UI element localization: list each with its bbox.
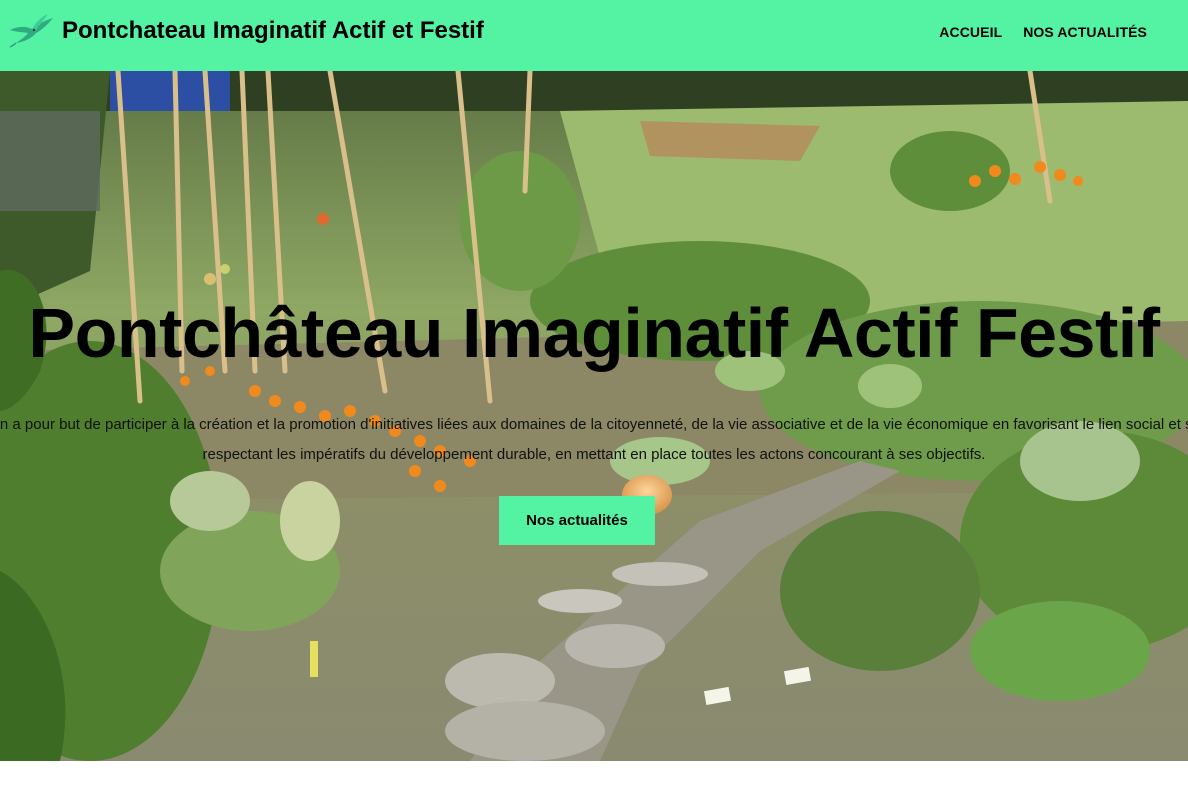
hero-section: Pontchâteau Imaginatif Actif Festif L'as…	[0, 71, 1188, 761]
hero-description: L'association a pour but de participer à…	[0, 410, 1188, 470]
nav-item-nos-actualites[interactable]: NOS ACTUALITÉS	[1023, 24, 1147, 40]
hero-description-line-1: L'association a pour but de participer à…	[0, 416, 1188, 433]
hero-title: Pontchâteau Imaginatif Actif Festif	[28, 294, 1160, 372]
hummingbird-logo-icon[interactable]	[8, 12, 54, 48]
nos-actualites-button[interactable]: Nos actualités	[499, 496, 655, 545]
page-below-hero	[0, 761, 1188, 799]
site-header: Pontchateau Imaginatif Actif et Festif A…	[0, 0, 1188, 71]
hero-description-line-2: respectant les impératifs du développeme…	[202, 446, 986, 463]
nav-item-accueil[interactable]: ACCUEIL	[939, 24, 1002, 40]
main-nav: ACCUEIL NOS ACTUALITÉS	[939, 24, 1147, 40]
site-title[interactable]: Pontchateau Imaginatif Actif et Festif	[62, 17, 484, 45]
